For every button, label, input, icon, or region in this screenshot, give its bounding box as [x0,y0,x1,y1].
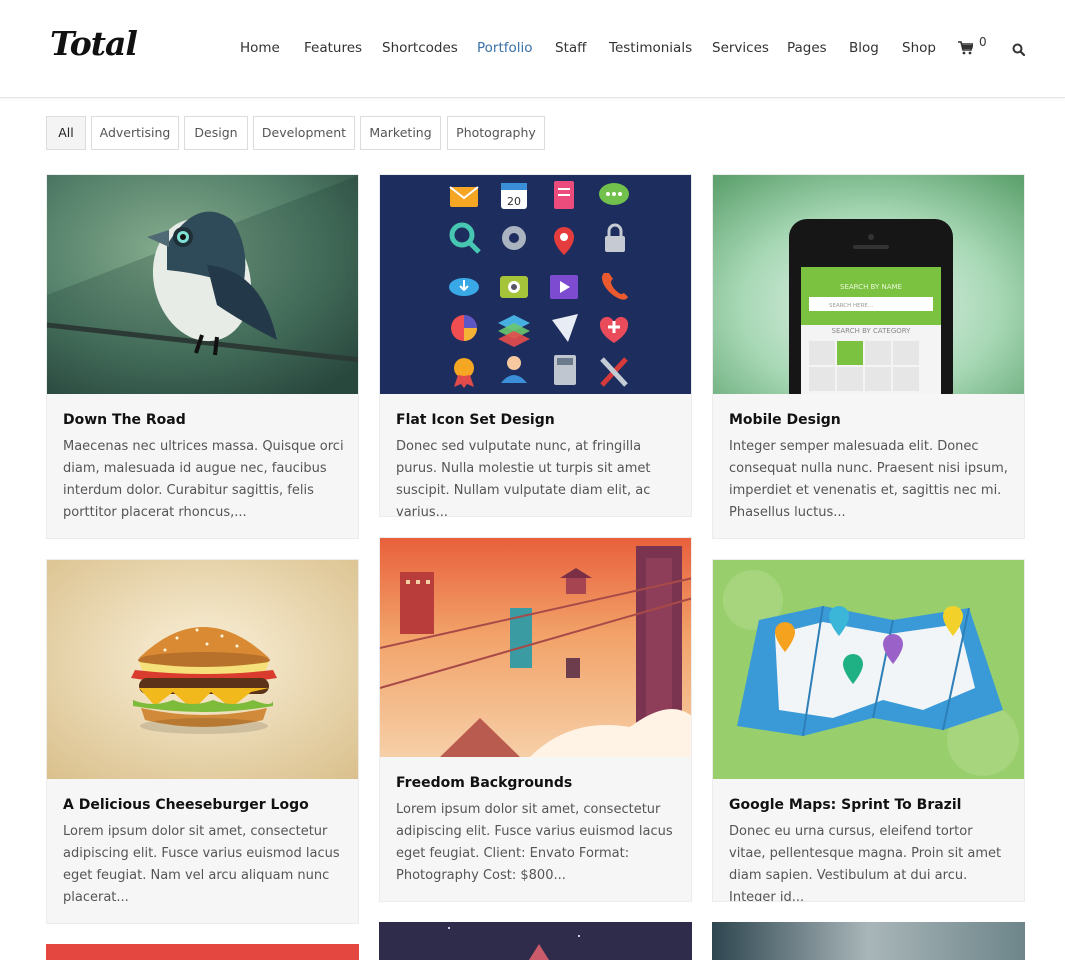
portfolio-item-title[interactable]: Flat Icon Set Design [396,412,677,428]
portfolio-item-excerpt: Integer semper malesuada elit. Donec con… [729,439,1008,520]
cart-count: 0 [979,35,987,49]
portfolio-item-excerpt: Donec sed vulputate nunc, at fringilla p… [396,439,651,517]
nav-item-shortcodes[interactable]: Shortcodes [382,40,458,56]
nav-item-pages[interactable]: Pages [787,40,827,56]
portfolio-item: SEARCH BY NAME SEARCH HERE... SEARCH BY … [712,174,1025,539]
filter-marketing[interactable]: Marketing [360,116,441,150]
portfolio-thumbnail-city[interactable] [380,538,691,757]
portfolio-item-body: Google Maps: Sprint To Brazil Donec eu u… [713,779,1024,902]
portfolio-thumbnail-phone[interactable]: SEARCH BY NAME SEARCH HERE... SEARCH BY … [713,175,1024,394]
filter-development[interactable]: Development [253,116,355,150]
nav-item-staff[interactable]: Staff [555,40,586,56]
svg-text:SEARCH HERE...: SEARCH HERE... [829,303,873,309]
filter-advertising[interactable]: Advertising [91,116,179,150]
portfolio-item-partial[interactable] [379,922,692,960]
nav-item-services[interactable]: Services [712,40,769,56]
portfolio-item: Freedom Backgrounds Lorem ipsum dolor si… [379,537,692,902]
portfolio-item: 20 Flat Icon Set Design Donec sed vulput… [379,174,692,517]
nav-item-blog[interactable]: Blog [849,40,879,56]
portfolio-item-title[interactable]: A Delicious Cheeseburger Logo [63,797,344,813]
cart-icon[interactable] [958,40,975,59]
portfolio-item-excerpt: Lorem ipsum dolor sit amet, consectetur … [396,802,673,883]
portfolio-item-excerpt: Donec eu urna cursus, eleifend tortor vi… [729,824,1002,902]
portfolio-item: A Delicious Cheeseburger Logo Lorem ipsu… [46,559,359,924]
portfolio-thumbnail-map[interactable] [713,560,1024,779]
filter-all[interactable]: All [46,116,86,150]
portfolio-item-title[interactable]: Down The Road [63,412,344,428]
nav-item-testimonials[interactable]: Testimonials [609,40,692,56]
site-header: Total Home Features Shortcodes Portfolio… [0,0,1065,98]
site-logo[interactable]: Total [50,24,138,63]
portfolio-item-body: Flat Icon Set Design Donec sed vulputate… [380,394,691,517]
nav-item-home[interactable]: Home [240,40,280,56]
portfolio-item-title[interactable]: Mobile Design [729,412,1010,428]
portfolio-item-title[interactable]: Freedom Backgrounds [396,775,677,791]
svg-text:SEARCH BY NAME: SEARCH BY NAME [840,283,902,291]
portfolio-item-excerpt: Lorem ipsum dolor sit amet, consectetur … [63,824,340,905]
filter-design[interactable]: Design [184,116,248,150]
portfolio-thumbnail-icons[interactable]: 20 [380,175,691,394]
nav-item-portfolio[interactable]: Portfolio [477,40,533,56]
search-icon[interactable] [1012,41,1026,60]
portfolio-item-excerpt: Maecenas nec ultrices massa. Quisque orc… [63,439,344,520]
portfolio-thumbnail-bird[interactable] [47,175,358,394]
lock-icon [605,236,625,252]
nav-item-shop[interactable]: Shop [902,40,936,56]
nav-item-features[interactable]: Features [304,40,362,56]
svg-text:SEARCH BY CATEGORY: SEARCH BY CATEGORY [832,327,912,335]
portfolio-item-body: A Delicious Cheeseburger Logo Lorem ipsu… [47,779,358,909]
portfolio-item-partial[interactable] [46,944,359,960]
portfolio-item: Google Maps: Sprint To Brazil Donec eu u… [712,559,1025,902]
badge-icon [454,358,474,378]
portfolio-item-title[interactable]: Google Maps: Sprint To Brazil [729,797,1010,813]
svg-text:20: 20 [507,195,521,208]
portfolio-item-body: Down The Road Maecenas nec ultrices mass… [47,394,358,524]
user-icon [507,356,521,370]
portfolio-thumbnail-burger[interactable] [47,560,358,779]
portfolio-item-body: Mobile Design Integer semper malesuada e… [713,394,1024,524]
portfolio-item-body: Freedom Backgrounds Lorem ipsum dolor si… [380,757,691,887]
portfolio-item: Down The Road Maecenas nec ultrices mass… [46,174,359,539]
portfolio-item-partial[interactable] [712,922,1025,960]
filter-photography[interactable]: Photography [447,116,545,150]
